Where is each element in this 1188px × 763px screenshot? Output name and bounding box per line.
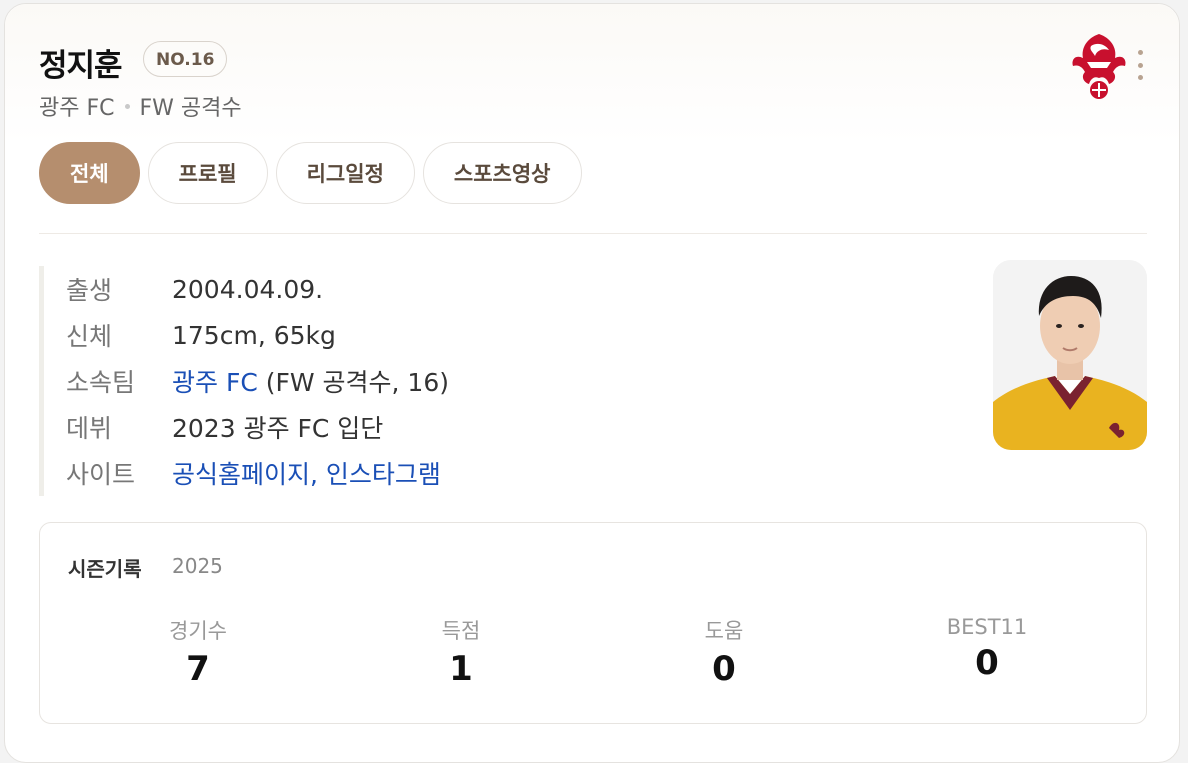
info-value: 공식홈페이지, 인스타그램 [172,455,441,491]
stat-label: 경기수 [169,619,227,643]
stat-value: 1 [449,649,473,689]
divider [39,233,1147,234]
player-number-badge: NO.16 [143,41,228,77]
official-site-link[interactable]: 공식홈페이지 [172,460,310,489]
tab-sports-video[interactable]: 스포츠영상 [422,142,582,204]
info-value: 2004.04.09. [172,274,324,304]
stat-label: BEST11 [946,615,1028,639]
info-label: 데뷔 [66,414,113,443]
season-record-title: 시즌기록 [68,557,142,581]
stat-best11: BEST11 0 [887,615,1087,683]
player-position: FW 공격수 [139,96,242,121]
tab-league-schedule[interactable]: 리그일정 [275,142,415,204]
player-subline: 광주 FC FW 공격수 [39,90,242,122]
stat-value: 0 [975,643,999,683]
season-record: 시즌기록 2025 경기수 7 득점 1 도움 0 BEST11 0 [39,522,1147,724]
tab-bar: 전체 프로필 리그일정 스포츠영상 [39,142,582,204]
more-vertical-icon[interactable] [1133,50,1147,80]
info-row-debut: 데뷔 2023 광주 FC 입단 [66,404,449,450]
stat-value: 0 [712,649,736,689]
info-label: 소속팀 [66,368,136,397]
team-logo-icon[interactable] [1067,28,1131,104]
player-photo[interactable] [993,260,1147,450]
info-value: 2023 광주 FC 입단 [172,414,384,443]
info-label: 사이트 [66,460,136,489]
separator-dot [124,103,130,109]
info-row-site: 사이트 공식홈페이지, 인스타그램 [66,450,449,496]
stat-goals: 득점 1 [361,615,561,689]
player-team[interactable]: 광주 FC [39,90,115,122]
season-year: 2025 [172,554,223,578]
team-detail: (FW 공격수, 16) [257,368,450,397]
stat-games: 경기수 7 [98,615,298,689]
info-label: 신체 [66,322,113,351]
tab-all[interactable]: 전체 [39,142,140,204]
tab-profile[interactable]: 프로필 [147,142,268,204]
info-value: 광주 FC (FW 공격수, 16) [172,363,449,399]
info-row-body: 신체 175cm, 65kg [66,312,449,358]
instagram-link[interactable]: 인스타그램 [326,460,441,489]
profile-info: 출생 2004.04.09. 신체 175cm, 65kg 소속팀 광주 FC … [39,266,449,496]
player-name: 정지훈 [39,48,123,84]
player-card: 정지훈 NO.16 광주 FC FW 공격수 전체 프로필 리그일정 스포츠영상… [4,3,1180,763]
info-row-team: 소속팀 광주 FC (FW 공격수, 16) [66,358,449,404]
team-link[interactable]: 광주 FC [172,368,258,397]
info-row-birth: 출생 2004.04.09. [66,266,449,312]
stat-value: 7 [186,649,210,689]
stat-assists: 도움 0 [624,615,824,689]
stat-label: 득점 [441,619,481,643]
stat-label: 도움 [704,619,744,643]
link-separator: , [310,460,326,489]
info-label: 출생 [66,276,113,305]
info-value: 175cm, 65kg [172,320,336,350]
